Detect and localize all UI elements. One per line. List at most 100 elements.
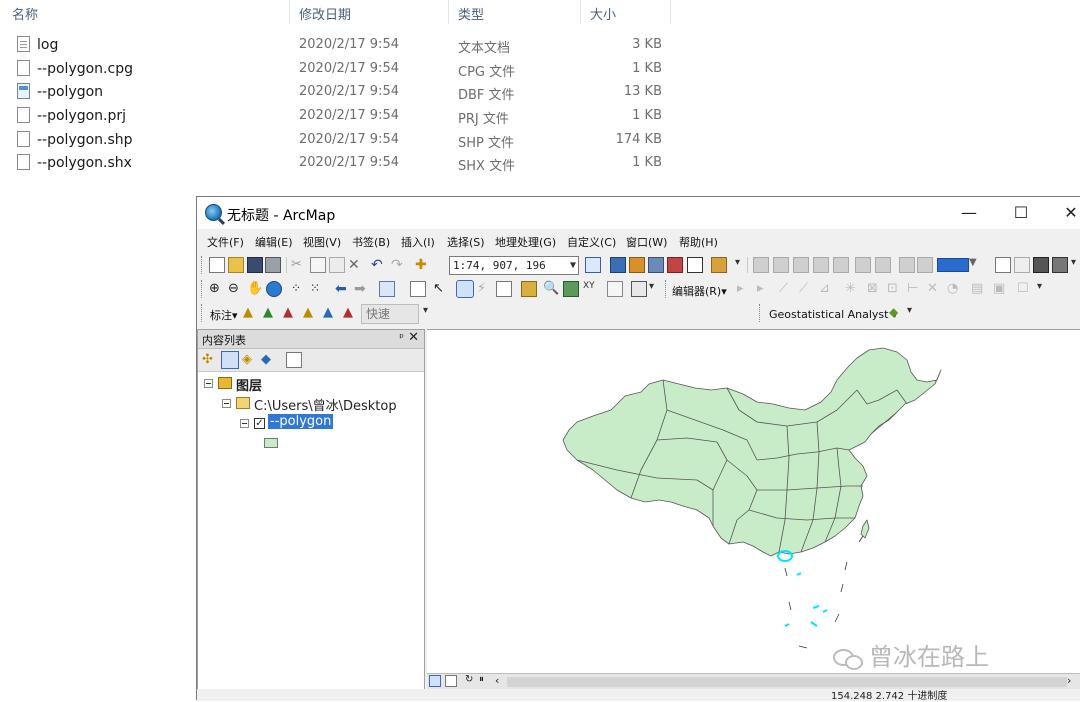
- add-data-icon[interactable]: ✚: [415, 257, 431, 273]
- identify-icon[interactable]: [456, 280, 474, 298]
- refresh-icon[interactable]: [1033, 257, 1049, 273]
- menu-customize[interactable]: 自定义(C): [567, 234, 616, 250]
- file-row[interactable]: --polygon.shp 2020/2/17 9:54 SHP 文件 174 …: [0, 129, 680, 152]
- hyperlink-icon[interactable]: ⚡: [477, 281, 493, 297]
- toolbar-overflow-icon[interactable]: ▾: [907, 305, 923, 321]
- fixed-zoom-in-icon[interactable]: ⁘: [291, 281, 307, 297]
- color-selector[interactable]: [937, 258, 969, 272]
- layout-view-icon[interactable]: [995, 257, 1011, 273]
- find-icon[interactable]: 🔍: [543, 281, 559, 297]
- cut-icon[interactable]: ✂: [291, 257, 307, 273]
- paste-icon[interactable]: [329, 257, 345, 273]
- file-row[interactable]: log 2020/2/17 9:54 文本文档 3 KB: [0, 34, 680, 57]
- pin-icon[interactable]: ᵖ: [399, 331, 404, 344]
- label-weight-icon[interactable]: ▲: [283, 305, 299, 321]
- redo-icon[interactable]: ↷: [391, 257, 407, 273]
- pause-drawing-icon[interactable]: ⏸: [479, 674, 495, 690]
- toc-close-button[interactable]: ✕: [408, 330, 419, 345]
- measure-icon[interactable]: [521, 281, 537, 297]
- find-route-icon[interactable]: [563, 281, 579, 297]
- menu-edit[interactable]: 编辑(E): [255, 234, 293, 250]
- toc-header[interactable]: 内容列表 ᵖ ✕: [198, 330, 424, 349]
- file-row[interactable]: --polygon 2020/2/17 9:54 DBF 文件 13 KB: [0, 81, 680, 104]
- column-name[interactable]: 名称: [12, 4, 38, 23]
- go-to-xy-icon[interactable]: XY: [583, 281, 599, 297]
- menu-geoprocessing[interactable]: 地理处理(G): [495, 234, 556, 250]
- quick-label-select[interactable]: 快速: [361, 304, 419, 324]
- menu-bookmarks[interactable]: 书签(B): [352, 234, 390, 250]
- select-elements-icon[interactable]: ↖: [433, 281, 449, 297]
- forward-extent-icon[interactable]: ➡: [354, 281, 370, 297]
- list-by-selection-icon[interactable]: ◆: [261, 352, 277, 368]
- column-divider[interactable]: [670, 0, 671, 24]
- symbol-swatch[interactable]: [264, 438, 278, 448]
- chevron-down-icon[interactable]: ▼: [570, 257, 576, 274]
- toolbar-overflow-icon[interactable]: ▾: [423, 305, 439, 321]
- zoom-in-icon[interactable]: ⊕: [209, 281, 225, 297]
- label-manager-icon[interactable]: ▲: [243, 305, 259, 321]
- menu-windows[interactable]: 窗口(W): [626, 234, 667, 250]
- maximize-button[interactable]: ☐: [1007, 202, 1035, 224]
- column-type[interactable]: 类型: [458, 4, 484, 23]
- pan-icon[interactable]: ✋: [247, 281, 263, 297]
- list-by-visibility-icon[interactable]: ◈: [242, 352, 258, 368]
- column-divider[interactable]: [580, 0, 581, 24]
- menu-insert[interactable]: 插入(I): [401, 234, 435, 250]
- collapse-icon[interactable]: [204, 379, 213, 388]
- close-button[interactable]: ✕: [1057, 202, 1080, 224]
- new-document-icon[interactable]: [209, 257, 225, 273]
- map-view[interactable]: [427, 329, 1080, 674]
- column-divider[interactable]: [448, 0, 449, 24]
- save-icon[interactable]: [247, 257, 263, 273]
- file-row[interactable]: --polygon.shx 2020/2/17 9:54 SHX 文件 1 KB: [0, 152, 680, 175]
- toolbar-grip[interactable]: [759, 304, 763, 322]
- title-bar[interactable]: 无标题 - ArcMap — ☐ ✕: [197, 197, 1080, 229]
- select-features-icon[interactable]: [379, 281, 395, 297]
- open-folder-icon[interactable]: [228, 257, 244, 273]
- full-extent-icon[interactable]: [266, 281, 282, 297]
- viewer-window-icon[interactable]: [631, 281, 647, 297]
- time-slider-icon[interactable]: [607, 281, 623, 297]
- menu-help[interactable]: 帮助(H): [679, 234, 718, 250]
- fixed-zoom-out-icon[interactable]: ⁙: [310, 281, 326, 297]
- data-view-toggle-icon[interactable]: [429, 675, 441, 687]
- back-extent-icon[interactable]: ⬅: [335, 281, 351, 297]
- layer-visibility-checkbox[interactable]: ✓: [254, 418, 265, 429]
- delete-icon[interactable]: ✕: [348, 257, 364, 273]
- minimize-button[interactable]: —: [955, 202, 983, 224]
- search-window-icon[interactable]: [648, 257, 664, 273]
- menu-selection[interactable]: 选择(S): [447, 234, 485, 250]
- toc-layer-label[interactable]: --polygon: [268, 414, 334, 429]
- toolbar-grip[interactable]: [665, 280, 669, 298]
- arctoolbox-icon[interactable]: [667, 257, 683, 273]
- horizontal-scrollbar[interactable]: [507, 677, 1067, 687]
- toolbar-grip[interactable]: [201, 256, 205, 274]
- column-date[interactable]: 修改日期: [299, 4, 351, 23]
- options-icon[interactable]: [286, 352, 302, 368]
- toolbar-grip[interactable]: [201, 280, 205, 298]
- toolbar-grip[interactable]: [201, 304, 205, 322]
- file-row[interactable]: --polygon.cpg 2020/2/17 9:54 CPG 文件 1 KB: [0, 58, 680, 81]
- editor-menu[interactable]: 编辑器(R)▾: [672, 283, 727, 299]
- table-of-contents-icon[interactable]: [610, 257, 626, 273]
- menu-view[interactable]: 视图(V): [303, 234, 341, 250]
- view-unplaced-labels-icon[interactable]: ▲: [343, 305, 359, 321]
- model-builder-icon[interactable]: [711, 257, 727, 273]
- python-window-icon[interactable]: [687, 257, 703, 273]
- labeling-menu[interactable]: 标注▾: [210, 307, 238, 323]
- collapse-icon[interactable]: [222, 399, 231, 408]
- file-row[interactable]: --polygon.prj 2020/2/17 9:54 PRJ 文件 1 KB: [0, 105, 680, 128]
- editor-toolbar-icon[interactable]: [585, 257, 601, 273]
- chevron-down-icon[interactable]: ▼: [969, 257, 983, 273]
- map-scale-input[interactable]: 1:74, 907, 196 ▼: [449, 256, 579, 275]
- scroll-right-icon[interactable]: ›: [1067, 674, 1080, 690]
- toolbar-overflow-icon[interactable]: ▾: [1071, 257, 1080, 273]
- copy-icon[interactable]: [310, 257, 326, 273]
- list-by-source-icon[interactable]: [221, 351, 239, 369]
- geostatistical-wizard-icon[interactable]: ◆: [889, 305, 905, 321]
- lock-labels-icon[interactable]: ▲: [303, 305, 319, 321]
- toolbar-overflow-icon[interactable]: ▾: [735, 257, 751, 273]
- print-preview-icon[interactable]: [1052, 257, 1068, 273]
- zoom-out-icon[interactable]: ⊖: [228, 281, 244, 297]
- catalog-icon[interactable]: [629, 257, 645, 273]
